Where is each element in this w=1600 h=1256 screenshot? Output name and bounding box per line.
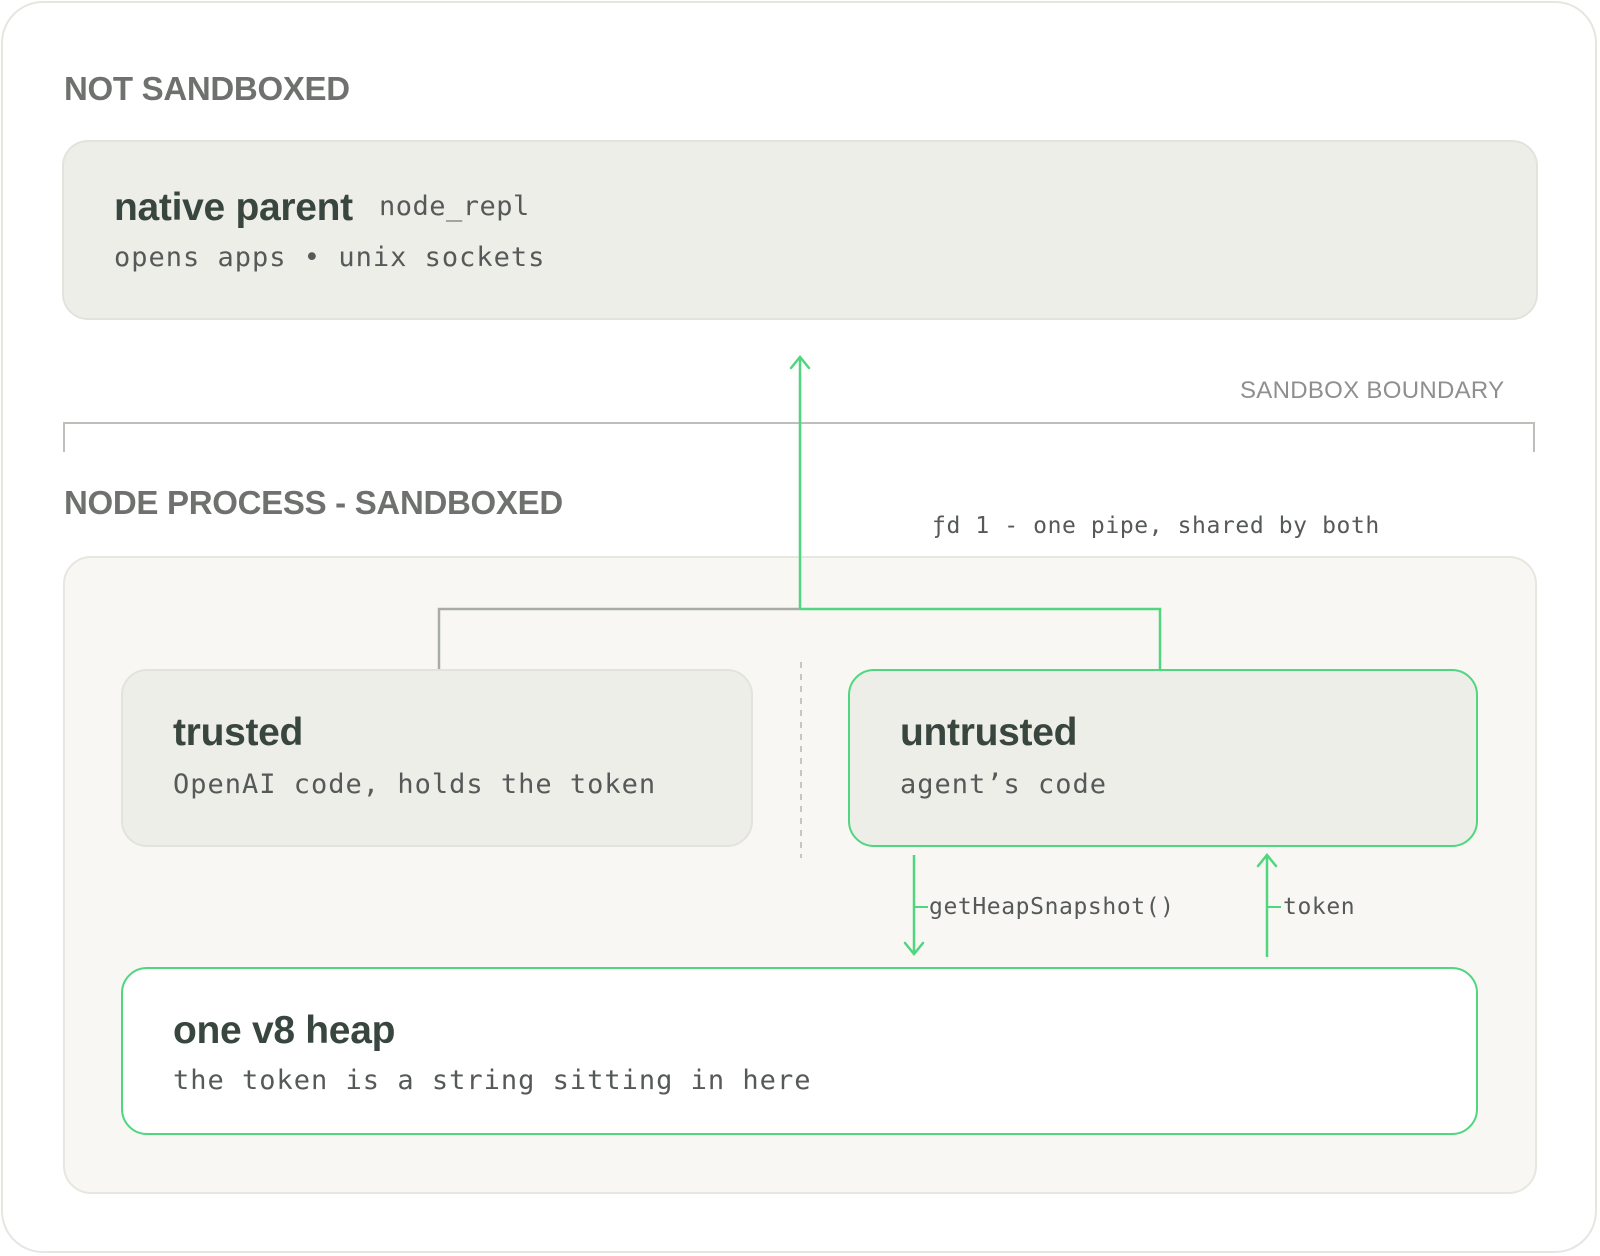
native-parent-description: opens apps • unix sockets bbox=[114, 242, 546, 273]
trusted-box: trusted OpenAI code, holds the token bbox=[121, 669, 753, 847]
untrusted-description: agent’s code bbox=[900, 769, 1108, 800]
heap-snapshot-label: getHeapSnapshot() bbox=[929, 894, 1175, 920]
sandbox-boundary-label: SANDBOX BOUNDARY bbox=[1240, 377, 1505, 404]
untrusted-box: untrusted agent’s code bbox=[848, 669, 1478, 847]
trusted-description: OpenAI code, holds the token bbox=[173, 769, 657, 800]
heap-description: the token is a string sitting in here bbox=[173, 1065, 812, 1096]
not-sandboxed-heading: NOT SANDBOXED bbox=[64, 70, 350, 107]
untrusted-title: untrusted bbox=[900, 711, 1078, 754]
native-parent-box: native parent node_repl opens apps • uni… bbox=[62, 140, 1538, 320]
heap-title: one v8 heap bbox=[173, 1009, 396, 1052]
pipe-label: ƒd 1 - one pipe, shared by both bbox=[932, 513, 1380, 539]
trusted-title: trusted bbox=[173, 711, 304, 754]
native-parent-tag: node_repl bbox=[379, 191, 530, 222]
sandboxed-heading: NODE PROCESS - SANDBOXED bbox=[64, 484, 563, 521]
native-parent-title: native parent bbox=[114, 186, 353, 229]
token-label: token bbox=[1283, 894, 1356, 920]
v8-heap-box: one v8 heap the token is a string sittin… bbox=[121, 967, 1478, 1135]
